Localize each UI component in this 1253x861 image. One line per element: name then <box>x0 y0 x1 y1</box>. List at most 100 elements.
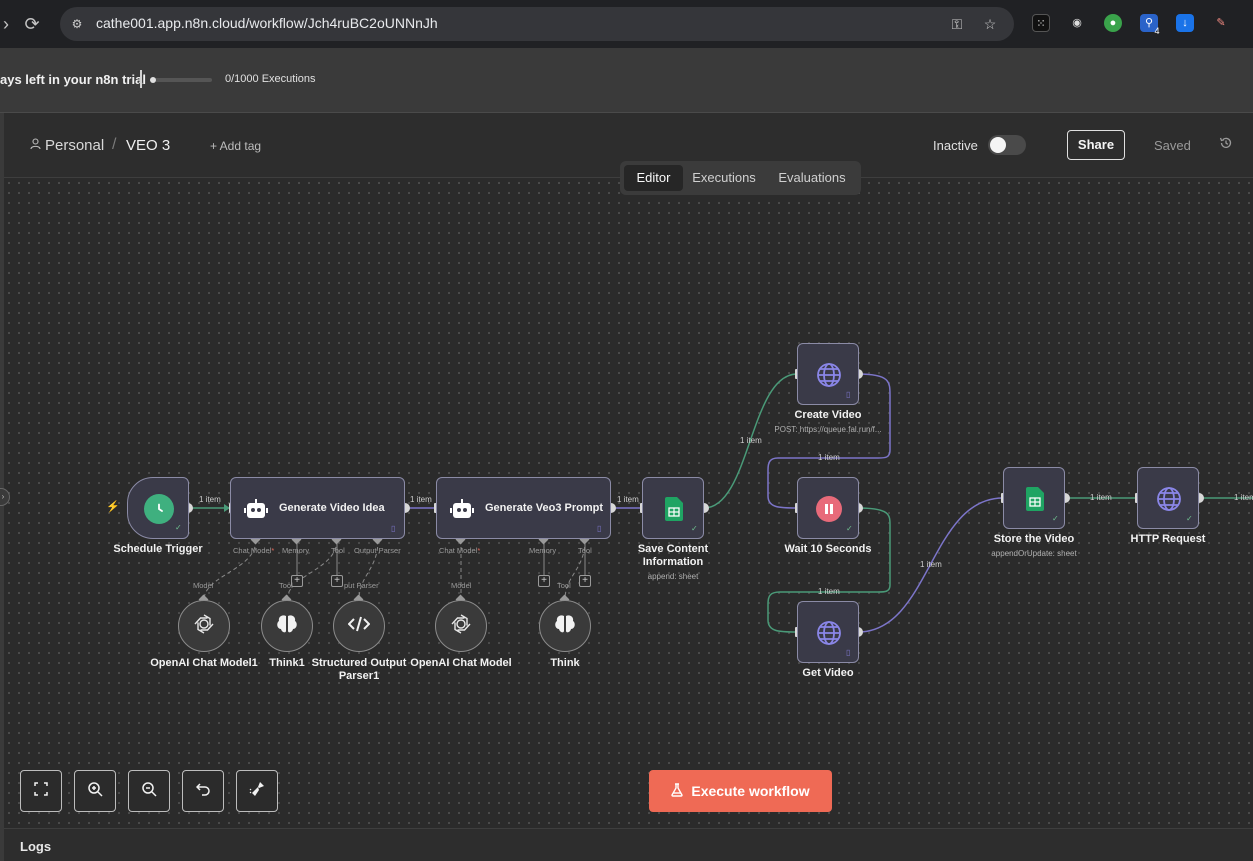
brain-icon <box>276 614 298 639</box>
active-toggle[interactable] <box>988 135 1026 155</box>
download-icon[interactable]: ↓ <box>1176 14 1194 32</box>
robot-icon <box>243 496 269 522</box>
edge-label: 1 item <box>740 436 762 445</box>
zoom-out-button[interactable] <box>128 770 170 812</box>
node-get-video[interactable]: ▯ <box>797 601 859 663</box>
tab-editor[interactable]: Editor <box>624 165 683 191</box>
node-openai-chat-model1[interactable] <box>178 600 230 652</box>
brain-icon <box>554 614 576 639</box>
node-generate-video-idea[interactable]: Generate Video Idea ▯ <box>230 477 405 539</box>
clock-icon <box>144 494 174 524</box>
node-subtitle: appendOrUpdate: sheet <box>991 549 1077 558</box>
node-title: HTTP Request <box>1130 533 1206 545</box>
camera-icon[interactable]: ◉ <box>1068 14 1086 32</box>
node-save-content[interactable]: ✓ <box>642 477 704 539</box>
edge-label: 1 item <box>617 495 639 504</box>
share-button[interactable]: Share <box>1067 130 1125 160</box>
browser-toolbar: › ⟳ ⚙ cathe001.app.n8n.cloud/workflow/Jc… <box>0 0 1253 48</box>
add-tag-button[interactable]: + Add tag <box>210 139 261 153</box>
google-sheets-icon <box>1025 486 1045 512</box>
zoom-in-button[interactable] <box>74 770 116 812</box>
key-icon[interactable]: ⚿ <box>948 15 966 33</box>
forward-icon[interactable]: › <box>0 12 18 36</box>
node-http-request[interactable]: ✓ <box>1137 467 1199 529</box>
add-tool-button[interactable]: + <box>331 575 343 587</box>
breadcrumb-project[interactable]: Personal <box>45 137 104 154</box>
fit-view-icon <box>34 781 48 801</box>
edge-label: 1 item <box>1234 493 1253 502</box>
broom-icon <box>249 781 265 802</box>
sub-label-model: Model <box>193 581 214 590</box>
undo-icon <box>195 782 210 801</box>
node-create-video[interactable]: ▯ <box>797 343 859 405</box>
node-title: OpenAI Chat Model <box>410 657 512 669</box>
history-icon[interactable] <box>1217 136 1235 154</box>
globe-icon <box>815 361 843 389</box>
toggle-knob <box>990 137 1006 153</box>
node-think[interactable] <box>539 600 591 652</box>
node-wait[interactable]: ✓ <box>797 477 859 539</box>
progress-dot <box>150 77 156 83</box>
edge-label: 1 item <box>199 495 221 504</box>
flask-icon <box>671 782 684 800</box>
robot-icon <box>449 496 475 522</box>
zoom-in-icon <box>87 781 103 802</box>
site-settings-icon[interactable]: ⚙ <box>68 15 86 33</box>
breadcrumb-separator: / <box>112 136 117 153</box>
port-tool: Tool <box>331 546 345 555</box>
bookmark-star-icon[interactable]: ☆ <box>981 15 999 33</box>
add-tool-button[interactable]: + <box>579 575 591 587</box>
tab-executions[interactable]: Executions <box>686 165 762 191</box>
openai-icon <box>193 613 215 640</box>
url-text[interactable]: cathe001.app.n8n.cloud/workflow/Jch4ruBC… <box>96 15 438 31</box>
saved-status: Saved <box>1154 138 1191 153</box>
sub-label-tool: Tool <box>279 581 293 590</box>
trial-banner: ays left in your n8n trial 0/1000 Execut… <box>0 48 1253 113</box>
tab-evaluations[interactable]: Evaluations <box>768 165 856 191</box>
execute-workflow-button[interactable]: Execute workflow <box>649 770 832 812</box>
edge-label: 1 item <box>1090 493 1112 502</box>
view-tabs: Editor Executions Evaluations <box>620 161 861 195</box>
extension-dots-icon[interactable]: ⁙ <box>1032 14 1050 32</box>
globe-icon <box>815 619 843 647</box>
edge-label: 1 item <box>818 587 840 596</box>
node-store-video[interactable]: ✓ <box>1003 467 1065 529</box>
pen-icon[interactable]: ✎ <box>1212 14 1230 32</box>
success-check-icon: ✓ <box>1052 514 1059 523</box>
trial-days-text: ays left in your n8n trial <box>0 72 146 87</box>
sub-label-tool: Tool <box>557 581 571 590</box>
node-schedule-trigger[interactable]: ✓ <box>127 477 189 539</box>
extension-green-icon[interactable]: ● <box>1104 14 1122 32</box>
node-title: Think <box>550 657 580 669</box>
workflow-name[interactable]: VEO 3 <box>126 137 170 154</box>
node-generate-veo3-prompt[interactable]: Generate Veo3 Prompt ▯ <box>436 477 611 539</box>
node-title-line2: Parser1 <box>338 670 380 682</box>
logs-title: Logs <box>20 839 52 854</box>
google-sheets-icon <box>664 496 684 522</box>
node-openai-chat-model[interactable] <box>435 600 487 652</box>
reset-zoom-button[interactable] <box>182 770 224 812</box>
fit-view-button[interactable] <box>20 770 62 812</box>
reload-icon[interactable]: ⟳ <box>20 12 44 36</box>
success-check-icon: ✓ <box>846 524 853 533</box>
port-memory: Memory <box>529 546 557 555</box>
port-memory: Memory <box>282 546 310 555</box>
node-think1[interactable] <box>261 600 313 652</box>
port-chat-model: Chat Model* <box>233 546 275 555</box>
port-chat-model: Chat Model* <box>439 546 481 555</box>
address-bar[interactable]: ⚙ cathe001.app.n8n.cloud/workflow/Jch4ru… <box>60 7 1014 41</box>
pin-icon: ▯ <box>391 524 396 533</box>
node-title: Generate Video Idea <box>279 502 385 514</box>
logs-panel[interactable]: Logs <box>4 828 1253 861</box>
add-memory-button[interactable]: + <box>538 575 550 587</box>
edge-label: 1 item <box>818 453 840 462</box>
success-check-icon: ✓ <box>691 524 698 533</box>
pause-icon <box>816 496 842 522</box>
node-title: Generate Veo3 Prompt <box>485 502 603 514</box>
port-tool: Tool <box>578 546 592 555</box>
globe-icon <box>1155 485 1183 513</box>
zoom-out-icon <box>141 781 157 802</box>
node-title: Schedule Trigger <box>113 543 203 555</box>
tidy-up-button[interactable] <box>236 770 278 812</box>
node-structured-output-parser1[interactable] <box>333 600 385 652</box>
